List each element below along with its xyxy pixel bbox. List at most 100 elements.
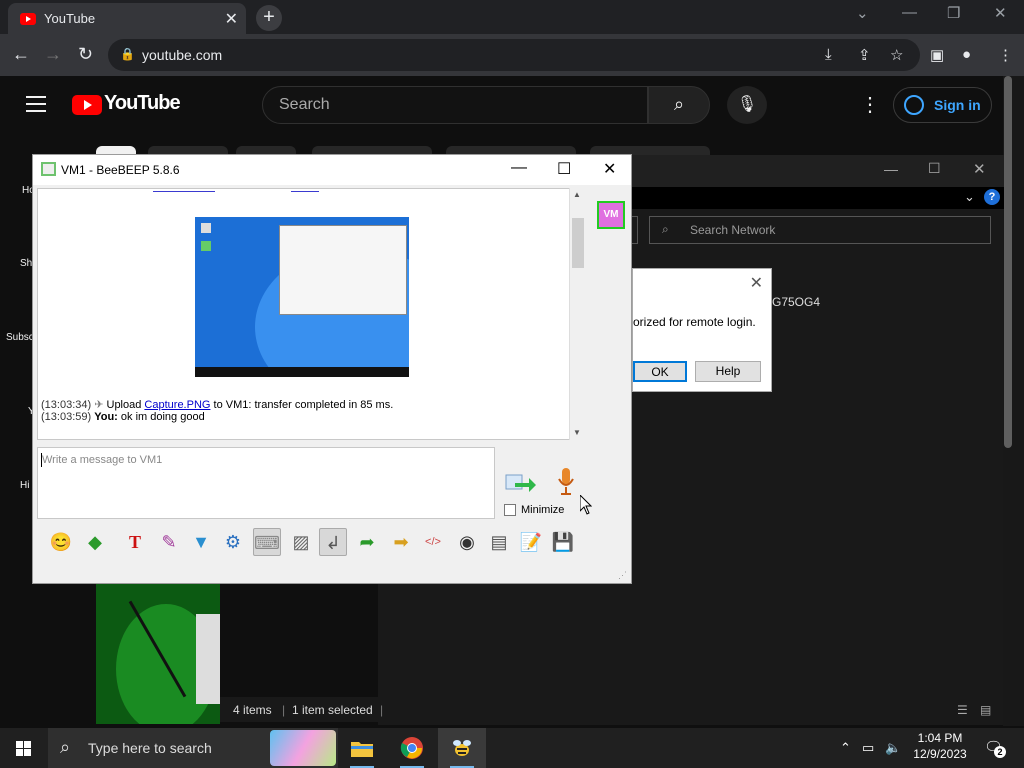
dialog-close-icon[interactable]: ✕ bbox=[750, 273, 763, 293]
send-message-button[interactable] bbox=[505, 471, 537, 495]
sidepanel-icon[interactable]: ▣ bbox=[930, 46, 944, 64]
emoticon-icon[interactable]: 😊 bbox=[47, 528, 75, 556]
video-thumbnail[interactable] bbox=[96, 584, 220, 724]
explorer-address-bar[interactable] bbox=[632, 216, 638, 244]
sign-in-button[interactable]: Sign in bbox=[893, 87, 992, 123]
help-button[interactable]: Help bbox=[695, 361, 761, 382]
status-divider: | bbox=[282, 703, 286, 717]
share-folder-icon[interactable]: ➡ bbox=[387, 528, 415, 556]
tiles-view-icon[interactable]: ▤ bbox=[980, 703, 991, 717]
beebeep-titlebar[interactable]: VM1 - BeeBEEP 5.8.6 — ☐ ✕ bbox=[33, 155, 631, 185]
lock-icon: 🔒 bbox=[120, 47, 135, 61]
minimize-icon[interactable]: — bbox=[511, 159, 527, 177]
explorer-status-bar: 4 items | 1 item selected | ☰ ▤ bbox=[220, 697, 1003, 722]
hamburger-menu-icon[interactable] bbox=[26, 96, 46, 117]
beebeep-taskbar-button[interactable] bbox=[438, 728, 486, 768]
volume-muted-icon[interactable]: 🔈 bbox=[885, 740, 901, 756]
taskbar-clock[interactable]: 1:04 PM 12/9/2023 bbox=[912, 731, 968, 761]
message-placeholder: Write a message to VM1 bbox=[42, 454, 163, 466]
sidebar-item-shorts[interactable]: Sh bbox=[20, 258, 32, 269]
settings-icon[interactable]: ⚙ bbox=[219, 528, 247, 556]
chat-scrollbar[interactable]: ▲ ▼ bbox=[569, 188, 585, 440]
tab-youtube[interactable]: YouTube ✕ bbox=[8, 3, 246, 34]
history-icon[interactable]: ▤ bbox=[485, 528, 513, 556]
youtube-logo-icon[interactable] bbox=[72, 95, 102, 115]
edit-icon[interactable]: 📝 bbox=[517, 528, 545, 556]
page-scrollbar-thumb[interactable] bbox=[1004, 76, 1012, 448]
browser-minimize-icon[interactable]: — bbox=[902, 4, 917, 21]
ok-button[interactable]: OK bbox=[633, 361, 687, 382]
clock-time: 1:04 PM bbox=[917, 731, 963, 745]
filter-icon[interactable]: ▼ bbox=[187, 528, 215, 556]
send-file-icon[interactable]: ◆ bbox=[81, 528, 109, 556]
explorer-search-input[interactable]: ⌕ Search Network bbox=[649, 216, 991, 244]
chrome-taskbar-button[interactable] bbox=[388, 728, 436, 768]
youtube-search-input[interactable]: Search bbox=[262, 86, 648, 124]
resize-grip-icon[interactable]: ⋰ bbox=[618, 570, 627, 581]
chat-message-upload: (13:03:34) ✈ Upload Capture.PNG to VM1: … bbox=[41, 398, 393, 411]
help-icon[interactable]: ? bbox=[984, 189, 1000, 205]
screenshot-icon[interactable]: ◉ bbox=[453, 528, 481, 556]
tab-close-icon[interactable]: ✕ bbox=[225, 9, 238, 29]
youtube-logo-text[interactable]: YouTube bbox=[104, 92, 181, 115]
close-icon[interactable]: ✕ bbox=[603, 159, 616, 179]
maximize-icon[interactable]: ☐ bbox=[557, 159, 571, 179]
message-timestamp: (13:03:34) bbox=[41, 399, 92, 411]
share-icon[interactable]: ⇪ bbox=[858, 46, 871, 64]
search-placeholder: Search bbox=[279, 96, 330, 113]
beebeep-window-title: VM1 - BeeBEEP 5.8.6 bbox=[61, 163, 180, 177]
new-tab-button[interactable]: + bbox=[256, 5, 282, 31]
windows-start-icon[interactable] bbox=[16, 741, 32, 757]
sidebar-item-subscriptions[interactable]: Subsc bbox=[6, 332, 34, 343]
ribbon-expand-icon[interactable]: ⌄ bbox=[964, 189, 975, 205]
url-text: youtube.com bbox=[142, 47, 223, 63]
browser-menu-icon[interactable]: ⋮ bbox=[998, 46, 1013, 64]
user-avatar[interactable]: VM bbox=[597, 201, 625, 229]
upload-suffix: to VM1: transfer completed in 85 ms. bbox=[213, 399, 394, 411]
network-icon[interactable]: ▭ bbox=[862, 740, 874, 756]
tab-search-icon[interactable]: ⌄ bbox=[856, 4, 869, 22]
bookmark-star-icon[interactable]: ☆ bbox=[890, 46, 903, 64]
color-icon[interactable]: ✎ bbox=[155, 528, 183, 556]
save-icon[interactable]: 💾 bbox=[549, 528, 577, 556]
browser-close-icon[interactable]: ✕ bbox=[994, 4, 1007, 22]
details-view-icon[interactable]: ☰ bbox=[957, 703, 968, 717]
microphone-icon[interactable]: 🎙 bbox=[727, 86, 767, 124]
install-icon[interactable]: ⤓ bbox=[825, 46, 832, 63]
microphone-icon[interactable] bbox=[557, 467, 575, 497]
reload-icon[interactable]: ↻ bbox=[78, 44, 93, 65]
tray-overflow-icon[interactable]: ⌃ bbox=[840, 740, 851, 756]
explorer-close-icon[interactable]: ✕ bbox=[973, 160, 986, 178]
explorer-maximize-icon[interactable]: ☐ bbox=[928, 160, 941, 177]
taskbar-search-box[interactable]: ⌕ Type here to search bbox=[48, 728, 338, 768]
search-icon: ⌕ bbox=[60, 737, 71, 757]
compact-icon[interactable]: ↲ bbox=[319, 528, 347, 556]
tab-title: YouTube bbox=[44, 11, 96, 26]
file-explorer-taskbar-button[interactable] bbox=[338, 728, 386, 768]
explorer-search-placeholder: Search Network bbox=[690, 223, 776, 237]
spellcheck-icon[interactable]: ▨ bbox=[287, 528, 315, 556]
explorer-minimize-icon[interactable]: — bbox=[884, 161, 898, 177]
more-vert-icon[interactable]: ⋮ bbox=[860, 92, 880, 117]
notification-count-badge: 2 bbox=[994, 746, 1006, 758]
back-icon[interactable]: ← bbox=[12, 44, 30, 65]
message-input[interactable]: Write a message to VM1 bbox=[37, 447, 495, 519]
font-icon[interactable]: T bbox=[121, 528, 149, 556]
address-bar[interactable]: 🔒 youtube.com bbox=[108, 39, 920, 71]
send-file-doc-icon[interactable]: ➦ bbox=[353, 528, 381, 556]
beebeep-app-icon bbox=[41, 162, 56, 176]
upload-prefix: Upload bbox=[106, 399, 142, 411]
file-link[interactable]: Capture.PNG bbox=[144, 399, 210, 411]
network-item-label[interactable]: G75OG4 bbox=[772, 295, 820, 309]
scrollbar-thumb bbox=[572, 218, 584, 268]
forward-icon[interactable]: → bbox=[44, 44, 62, 65]
sidebar-item-history[interactable]: Hi bbox=[20, 480, 29, 491]
keyboard-icon[interactable]: ⌨ bbox=[253, 528, 281, 556]
code-icon[interactable]: </> bbox=[419, 528, 447, 556]
search-icon[interactable]: ⌕ bbox=[648, 86, 710, 124]
profile-icon[interactable]: ● bbox=[962, 46, 971, 63]
chat-message-you: (13:03:59) You: ok im doing good bbox=[41, 411, 205, 423]
shared-screenshot-image[interactable] bbox=[195, 217, 409, 377]
minimize-checkbox[interactable] bbox=[504, 504, 516, 516]
browser-restore-icon[interactable]: ❐ bbox=[947, 4, 960, 22]
